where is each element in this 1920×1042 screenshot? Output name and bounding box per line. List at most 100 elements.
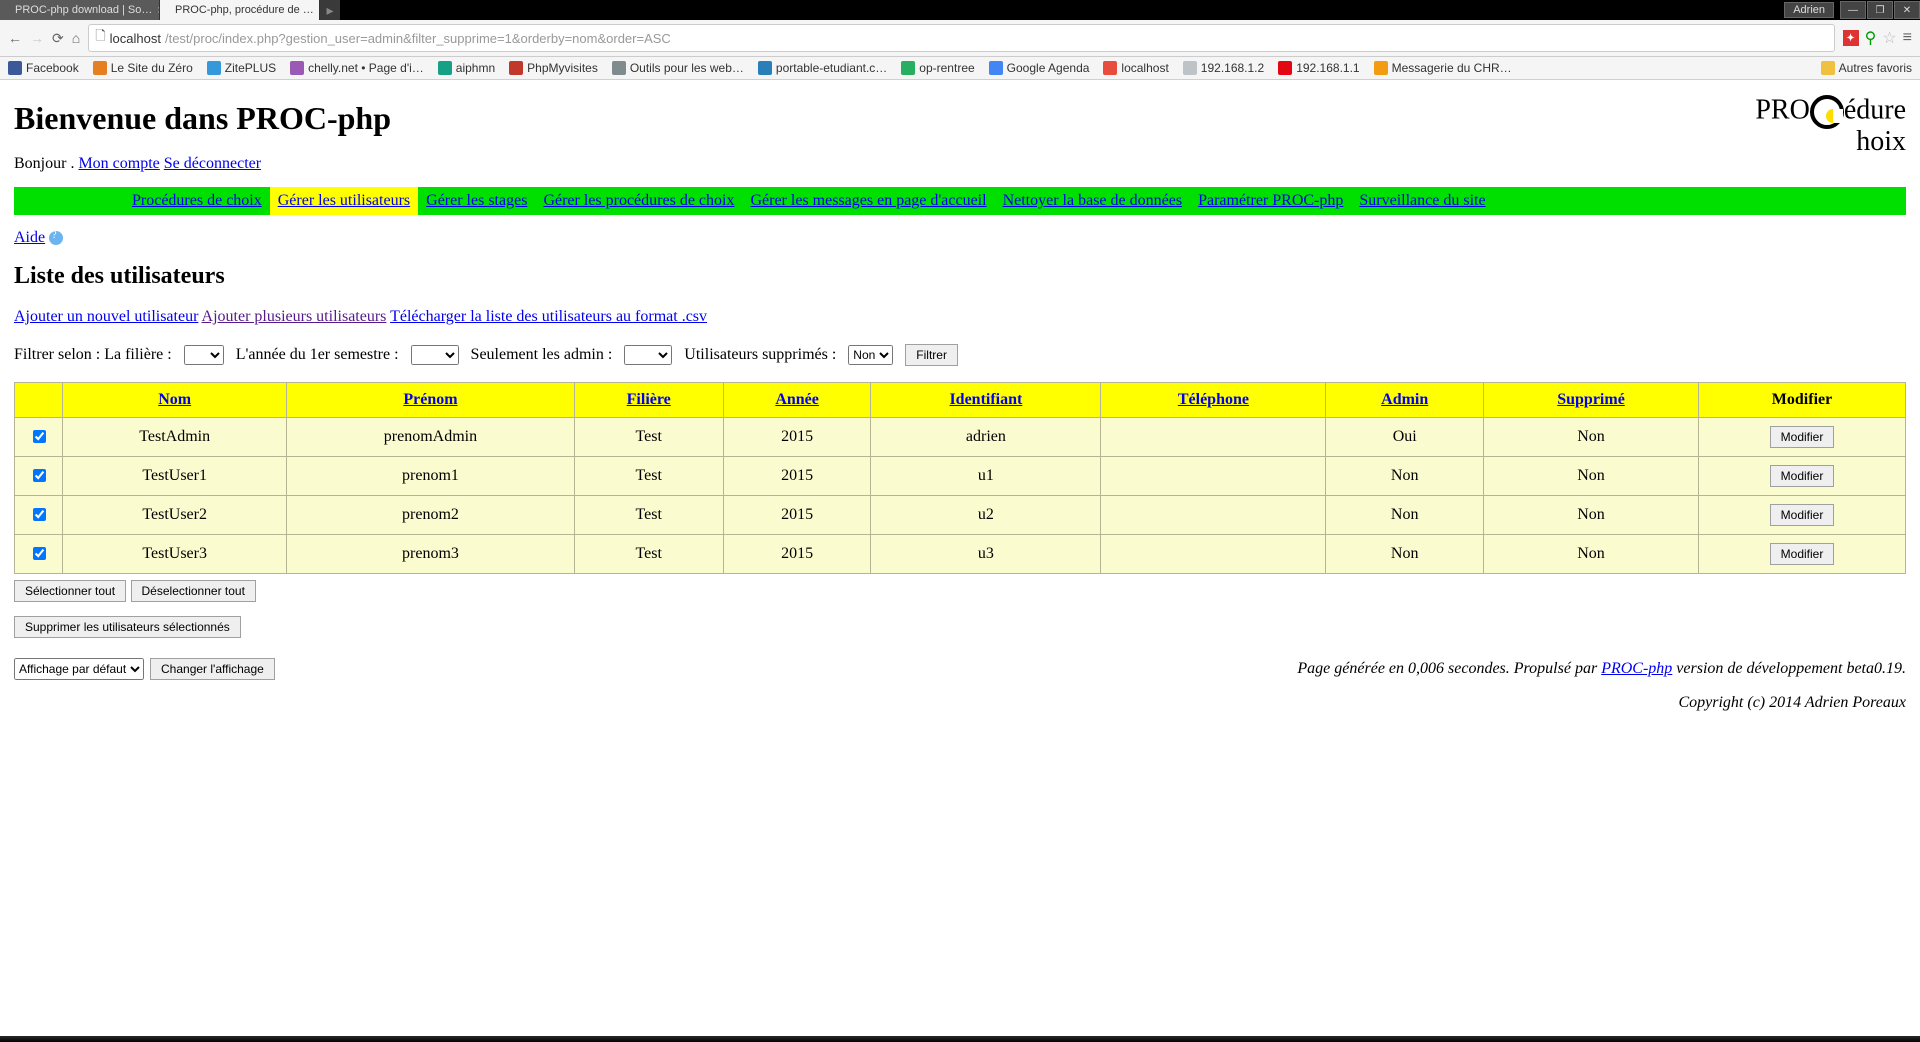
browser-tab-active[interactable]: PROC-php, procédure de … × bbox=[160, 0, 320, 20]
browser-tab-bar: PROC-php download | So… × PROC-php, proc… bbox=[0, 0, 1920, 20]
bookmark-star-icon[interactable]: ☆ bbox=[1882, 28, 1896, 48]
filter-annee-select[interactable] bbox=[411, 345, 459, 365]
header-identifiant[interactable]: Identifiant bbox=[949, 391, 1022, 408]
bookmark-item[interactable]: localhost bbox=[1103, 61, 1168, 75]
bookmark-favicon-icon bbox=[1374, 61, 1388, 75]
page-title: Bienvenue dans PROC-php bbox=[14, 100, 391, 137]
url-host: localhost bbox=[110, 31, 161, 46]
bookmark-item[interactable]: portable-etudiant.c… bbox=[758, 61, 887, 75]
url-bar[interactable]: 🗋 localhost/test/proc/index.php?gestion_… bbox=[88, 24, 1834, 52]
display-select[interactable]: Affichage par défaut bbox=[14, 658, 144, 680]
menu-icon[interactable]: ≡ bbox=[1903, 29, 1912, 47]
menu-item[interactable]: Gérer les messages en page d'accueil bbox=[742, 187, 994, 215]
menu-item[interactable]: Gérer les procédures de choix bbox=[535, 187, 742, 215]
cell-annee: 2015 bbox=[723, 496, 871, 535]
filter-admin-select[interactable] bbox=[624, 345, 672, 365]
header-telephone[interactable]: Téléphone bbox=[1178, 391, 1249, 408]
home-icon[interactable]: ⌂ bbox=[72, 30, 80, 46]
cell-supprime: Non bbox=[1484, 496, 1699, 535]
copyright: Copyright (c) 2014 Adrien Poreaux bbox=[14, 694, 1906, 712]
bookmark-item[interactable]: PhpMyvisites bbox=[509, 61, 598, 75]
cell-supprime: Non bbox=[1484, 535, 1699, 574]
delete-selected-button[interactable]: Supprimer les utilisateurs sélectionnés bbox=[14, 616, 241, 638]
bookmark-item[interactable]: op-rentree bbox=[901, 61, 974, 75]
browser-nav-bar: ← → ⟳ ⌂ 🗋 localhost/test/proc/index.php?… bbox=[0, 20, 1920, 57]
taskbar[interactable] bbox=[0, 1036, 1920, 1042]
my-account-link[interactable]: Mon compte bbox=[78, 155, 159, 172]
bookmark-favicon-icon bbox=[612, 61, 626, 75]
bookmark-label: chelly.net • Page d'i… bbox=[308, 61, 424, 75]
bookmark-item[interactable]: 192.168.1.2 bbox=[1183, 61, 1264, 75]
new-tab-button[interactable]: ▸ bbox=[320, 0, 340, 20]
bookmark-favicon-icon bbox=[8, 61, 22, 75]
bookmarks-bar: Facebook Le Site du Zéro ZitePLUS chelly.ne… bbox=[0, 57, 1920, 80]
help-link[interactable]: Aide bbox=[14, 229, 45, 246]
menu-item[interactable]: Procédures de choix bbox=[124, 187, 270, 215]
row-checkbox[interactable] bbox=[33, 547, 46, 560]
header-prenom[interactable]: Prénom bbox=[403, 391, 457, 408]
row-checkbox[interactable] bbox=[33, 430, 46, 443]
bookmark-favicon-icon bbox=[1278, 61, 1292, 75]
proc-php-link[interactable]: PROC-php bbox=[1601, 660, 1672, 677]
header-supprime[interactable]: Supprimé bbox=[1557, 391, 1625, 408]
download-csv-link[interactable]: Télécharger la liste des utilisateurs au… bbox=[390, 308, 707, 325]
help-icon[interactable] bbox=[49, 231, 63, 245]
menu-item[interactable]: Surveillance du site bbox=[1351, 187, 1493, 215]
menu-item[interactable]: Paramétrer PROC-php bbox=[1190, 187, 1351, 215]
maximize-icon[interactable]: ❐ bbox=[1867, 1, 1893, 19]
logout-link[interactable]: Se déconnecter bbox=[164, 155, 261, 172]
modify-button[interactable]: Modifier bbox=[1770, 465, 1835, 487]
bookmark-item[interactable]: 192.168.1.1 bbox=[1278, 61, 1359, 75]
back-icon[interactable]: ← bbox=[8, 30, 22, 46]
modify-button[interactable]: Modifier bbox=[1770, 504, 1835, 526]
reload-icon[interactable]: ⟳ bbox=[52, 30, 64, 47]
table-row: TestAdminprenomAdminTest2015adrienOuiNon… bbox=[15, 418, 1906, 457]
table-row: TestUser3prenom3Test2015u3NonNonModifier bbox=[15, 535, 1906, 574]
bookmark-item[interactable]: aiphmn bbox=[438, 61, 495, 75]
header-annee[interactable]: Année bbox=[775, 391, 819, 408]
filter-filiere-select[interactable] bbox=[184, 345, 224, 365]
bookmark-item[interactable]: ZitePLUS bbox=[207, 61, 276, 75]
bookmark-favicon-icon bbox=[290, 61, 304, 75]
header-filiere[interactable]: Filière bbox=[627, 391, 671, 408]
add-user-link[interactable]: Ajouter un nouvel utilisateur bbox=[14, 308, 198, 325]
select-all-button[interactable]: Sélectionner tout bbox=[14, 580, 126, 602]
bookmark-item[interactable]: Outils pour les web… bbox=[612, 61, 744, 75]
bookmark-item[interactable]: Google Agenda bbox=[989, 61, 1090, 75]
bookmark-item[interactable]: Le Site du Zéro bbox=[93, 61, 193, 75]
extension-icon[interactable]: ⚲ bbox=[1865, 28, 1877, 48]
close-window-icon[interactable]: ✕ bbox=[1894, 1, 1920, 19]
forward-icon[interactable]: → bbox=[30, 30, 44, 46]
tab-title: PROC-php, procédure de … bbox=[175, 4, 314, 16]
minimize-icon[interactable]: — bbox=[1840, 1, 1866, 19]
add-multiple-users-link[interactable]: Ajouter plusieurs utilisateurs bbox=[202, 308, 387, 325]
row-checkbox[interactable] bbox=[33, 508, 46, 521]
menu-item[interactable]: Gérer les stages bbox=[418, 187, 535, 215]
menu-item[interactable]: Gérer les utilisateurs bbox=[270, 187, 418, 215]
bookmark-item[interactable]: chelly.net • Page d'i… bbox=[290, 61, 424, 75]
browser-user[interactable]: Adrien bbox=[1784, 2, 1834, 18]
filter-supprime-label: Utilisateurs supprimés : bbox=[684, 346, 836, 364]
bookmark-item[interactable]: Facebook bbox=[8, 61, 79, 75]
bookmark-item[interactable]: Messagerie du CHR… bbox=[1374, 61, 1512, 75]
cell-identifiant: u1 bbox=[871, 457, 1101, 496]
modify-button[interactable]: Modifier bbox=[1770, 543, 1835, 565]
filter-button[interactable]: Filtrer bbox=[905, 344, 958, 366]
modify-button[interactable]: Modifier bbox=[1770, 426, 1835, 448]
page-icon: 🗋 bbox=[95, 27, 105, 49]
header-admin[interactable]: Admin bbox=[1381, 391, 1428, 408]
bookmark-label: ZitePLUS bbox=[225, 61, 276, 75]
adblock-icon[interactable]: ✦ bbox=[1843, 30, 1859, 46]
filter-supprime-select[interactable]: Non bbox=[848, 345, 893, 365]
header-nom[interactable]: Nom bbox=[158, 391, 191, 408]
other-bookmarks[interactable]: Autres favoris bbox=[1821, 61, 1912, 75]
deselect-all-button[interactable]: Déselectionner tout bbox=[131, 580, 256, 602]
menu-item[interactable]: Nettoyer la base de données bbox=[995, 187, 1190, 215]
header-modifier: Modifier bbox=[1699, 383, 1906, 418]
logo-text: PRO bbox=[1755, 94, 1809, 125]
row-checkbox[interactable] bbox=[33, 469, 46, 482]
logo-text: hoix bbox=[1856, 126, 1906, 157]
browser-tab[interactable]: PROC-php download | So… × bbox=[0, 0, 160, 20]
change-display-button[interactable]: Changer l'affichage bbox=[150, 658, 275, 680]
cell-telephone bbox=[1101, 457, 1326, 496]
